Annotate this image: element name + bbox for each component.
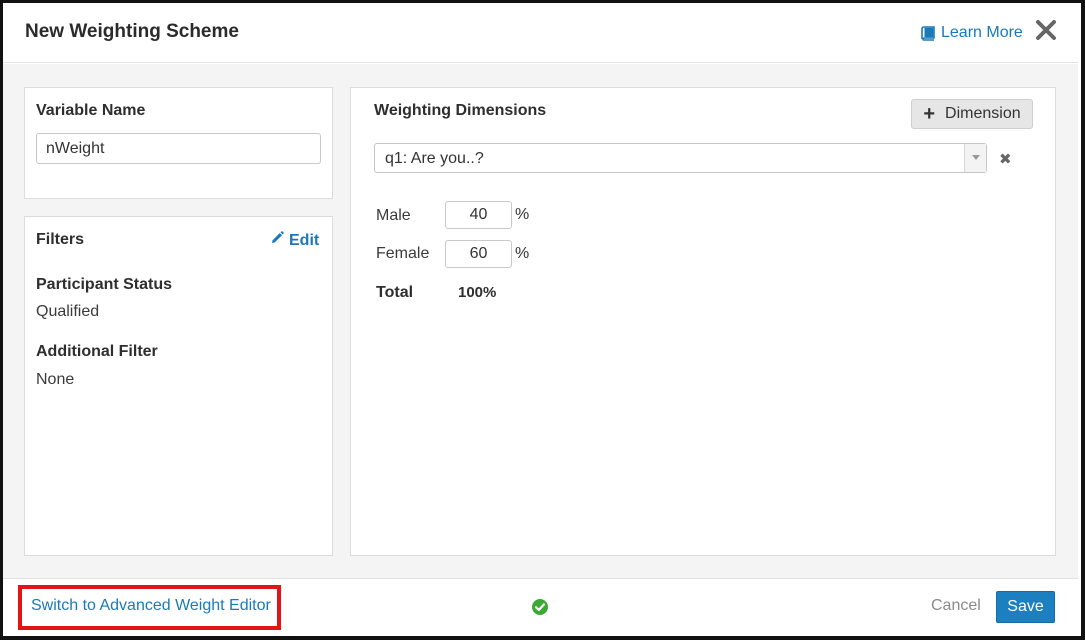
add-dimension-label: Dimension: [945, 105, 1021, 122]
question-select[interactable]: q1: Are you..?: [374, 143, 987, 173]
question-select-value: q1: Are you..?: [385, 150, 484, 167]
percent-sign: %: [515, 206, 530, 223]
total-label: Total: [376, 284, 414, 301]
save-button[interactable]: Save: [996, 591, 1055, 623]
close-icon[interactable]: [1033, 17, 1059, 43]
modal-body: Variable Name Filters Edit Participant S…: [3, 64, 1078, 578]
female-percent-input[interactable]: [445, 240, 512, 268]
learn-more-label: Learn More: [941, 24, 1023, 41]
cancel-button[interactable]: Cancel: [931, 597, 981, 615]
plus-icon: +: [923, 103, 936, 125]
modal-footer: Switch to Advanced Weight Editor Cancel …: [3, 578, 1078, 636]
dimension-row-label: Male: [376, 207, 411, 224]
participant-status-value: Qualified: [36, 303, 100, 320]
variable-name-label: Variable Name: [36, 102, 146, 119]
remove-dimension-icon[interactable]: ✖: [999, 150, 1012, 168]
check-circle-icon: [531, 598, 549, 616]
variable-name-input[interactable]: [36, 133, 321, 164]
additional-filter-value: None: [36, 371, 75, 388]
filters-panel: Filters Edit Participant Status Qualifie…: [24, 216, 333, 556]
book-icon: [921, 25, 935, 41]
edit-filters-link[interactable]: Edit: [270, 231, 319, 250]
total-value: 100%: [458, 284, 497, 301]
edit-label: Edit: [289, 231, 320, 249]
additional-filter-label: Additional Filter: [36, 343, 158, 360]
learn-more-link[interactable]: Learn More: [921, 24, 1023, 42]
pencil-icon: [270, 231, 284, 250]
participant-status-label: Participant Status: [36, 276, 173, 293]
dimension-row-label: Female: [376, 245, 430, 262]
variable-name-panel: Variable Name: [24, 87, 333, 199]
filters-heading: Filters: [36, 231, 85, 248]
modal-title: New Weighting Scheme: [25, 21, 239, 42]
switch-advanced-editor-link[interactable]: Switch to Advanced Weight Editor: [31, 597, 271, 615]
percent-sign: %: [515, 245, 530, 262]
weighting-dimensions-heading: Weighting Dimensions: [374, 102, 547, 119]
add-dimension-button[interactable]: + Dimension: [911, 99, 1033, 129]
chevron-down-icon: [964, 144, 986, 172]
modal-header: New Weighting Scheme Learn More: [3, 3, 1078, 63]
male-percent-input[interactable]: [445, 201, 512, 229]
weighting-dimensions-panel: Weighting Dimensions + Dimension q1: Are…: [350, 87, 1056, 556]
